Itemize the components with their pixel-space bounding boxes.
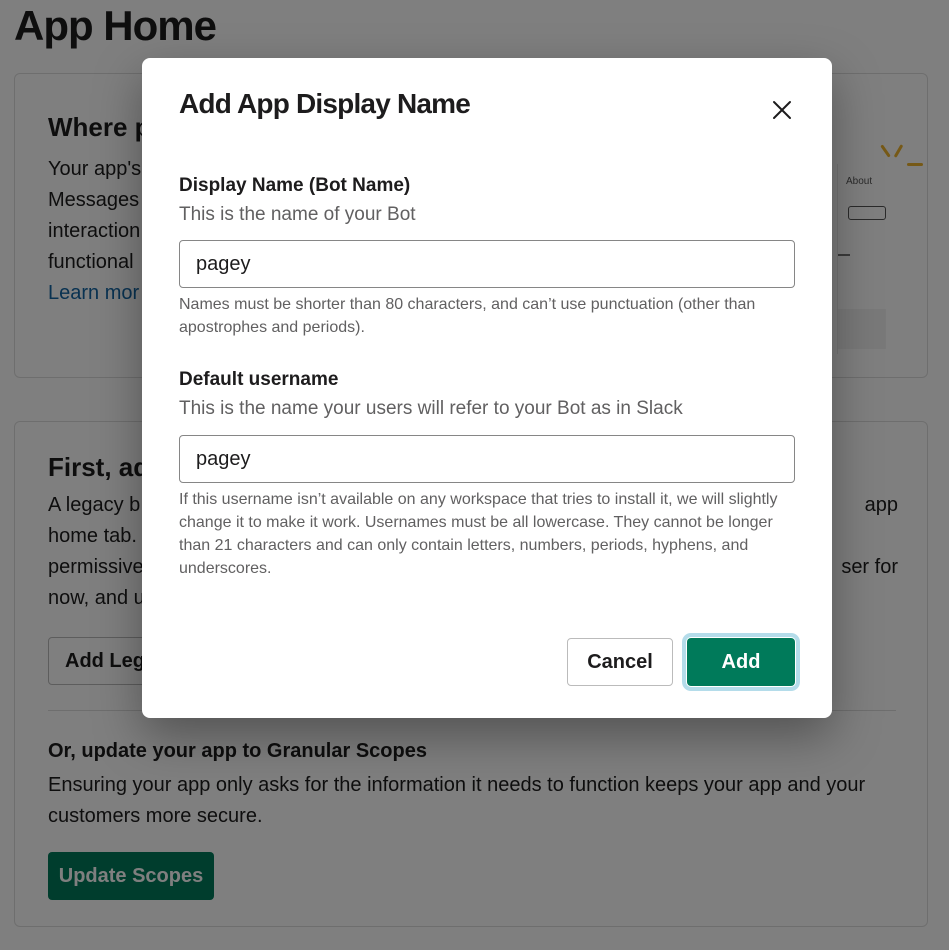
add-button[interactable]: Add bbox=[687, 638, 795, 686]
display-name-help: This is the name of your Bot bbox=[179, 204, 416, 225]
username-help: This is the name your users will refer t… bbox=[179, 398, 683, 419]
display-name-hint: Names must be shorter than 80 characters… bbox=[179, 296, 756, 336]
display-name-input[interactable] bbox=[179, 240, 795, 288]
username-label: Default username bbox=[179, 369, 339, 390]
modal-title: Add App Display Name bbox=[179, 88, 471, 119]
display-name-label: Display Name (Bot Name) bbox=[179, 175, 411, 196]
close-button[interactable] bbox=[764, 92, 800, 128]
add-display-name-modal: Add App Display Name Display Name (Bot N… bbox=[142, 58, 832, 718]
username-hint: If this username isn’t available on any … bbox=[179, 491, 778, 577]
cancel-button[interactable]: Cancel bbox=[567, 638, 673, 686]
close-icon bbox=[773, 101, 791, 119]
username-input[interactable] bbox=[179, 435, 795, 483]
